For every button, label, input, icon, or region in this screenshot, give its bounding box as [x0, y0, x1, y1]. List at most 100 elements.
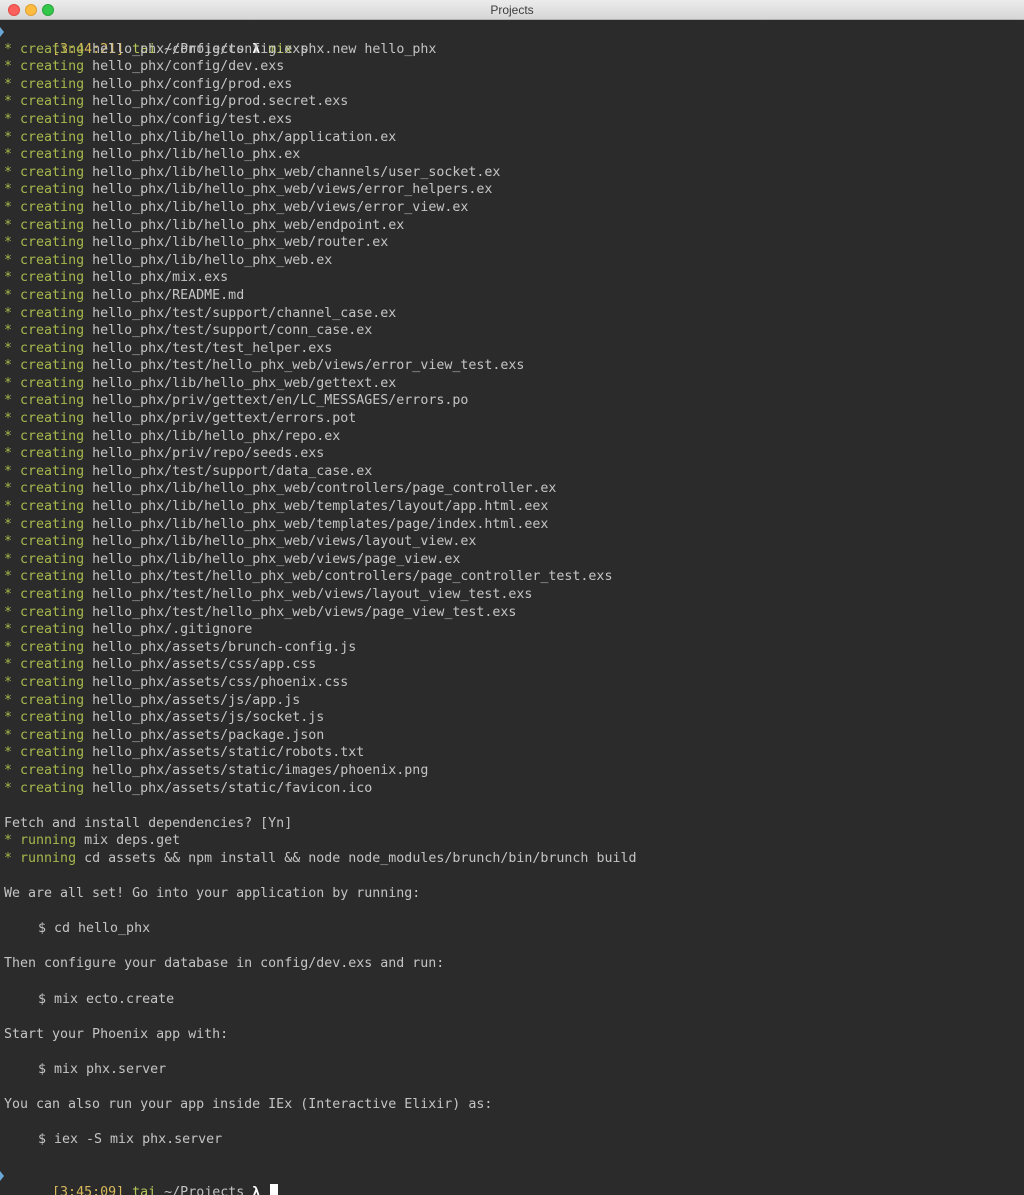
creating-line: * creating hello_phx/assets/js/app.js	[0, 692, 1024, 710]
action-verb: creating	[20, 411, 85, 427]
action-verb: creating	[20, 270, 85, 286]
action-verb: creating	[20, 569, 85, 585]
instruction-iex: You can also run your app inside IEx (In…	[4, 1097, 493, 1113]
action-verb: creating	[20, 111, 85, 127]
action-target: hello_phx/lib/hello_phx/application.ex	[92, 129, 397, 145]
action-target: hello_phx/test/support/data_case.ex	[92, 463, 373, 479]
creating-line: * creating hello_phx/lib/hello_phx_web/c…	[0, 164, 1024, 182]
window-title: Projects	[490, 3, 534, 17]
fetch-question: Fetch and install dependencies? [Yn]	[4, 815, 293, 831]
creating-line: * creating hello_phx/test/hello_phx_web/…	[0, 357, 1024, 375]
action-target: hello_phx/lib/hello_phx_web/endpoint.ex	[92, 217, 405, 233]
action-verb: creating	[20, 41, 85, 57]
action-verb: creating	[20, 76, 85, 92]
creating-line: * creating hello_phx/config/prod.secret.…	[0, 93, 1024, 111]
creating-line: * creating hello_phx/lib/hello_phx_web/v…	[0, 181, 1024, 199]
bullet-star: *	[4, 622, 13, 638]
action-target: hello_phx/test/hello_phx_web/views/page_…	[92, 604, 517, 620]
text-cursor[interactable]	[270, 1184, 279, 1195]
action-target: hello_phx/lib/hello_phx/repo.ex	[92, 428, 341, 444]
creating-line: * creating hello_phx/lib/hello_phx_web/v…	[0, 533, 1024, 551]
action-target: mix deps.get	[84, 833, 181, 849]
creating-line: * creating hello_phx/test/hello_phx_web/…	[0, 604, 1024, 622]
bullet-star: *	[4, 199, 13, 215]
action-target: cd assets && npm install && node node_mo…	[84, 850, 637, 866]
prompt-time: [3:45:09]	[52, 1185, 125, 1195]
instruction-cmd-ecto: $ mix ecto.create	[38, 991, 175, 1007]
action-verb: running	[20, 850, 77, 866]
creating-line: * creating hello_phx/config/dev.exs	[0, 58, 1024, 76]
creating-line: * creating hello_phx/assets/css/app.css	[0, 656, 1024, 674]
action-target: hello_phx/lib/hello_phx_web.ex	[92, 252, 333, 268]
instruction-all-set: We are all set! Go into your application…	[4, 886, 421, 902]
action-target: hello_phx/assets/static/images/phoenix.p…	[92, 762, 429, 778]
bullet-star: *	[4, 323, 13, 339]
creating-line: * creating hello_phx/lib/hello_phx_web/c…	[0, 480, 1024, 498]
action-verb: creating	[20, 463, 85, 479]
bullet-star: *	[4, 569, 13, 585]
creating-line: * creating hello_phx/test/support/channe…	[0, 305, 1024, 323]
creating-line: * creating hello_phx/lib/hello_phx_web/t…	[0, 516, 1024, 534]
creating-line: * creating hello_phx/lib/hello_phx_web.e…	[0, 252, 1024, 270]
creating-line: * creating hello_phx/assets/static/favic…	[0, 780, 1024, 798]
bullet-star: *	[4, 674, 13, 690]
action-target: hello_phx/lib/hello_phx_web/channels/use…	[92, 164, 501, 180]
action-verb: creating	[20, 305, 85, 321]
action-target: hello_phx/assets/css/app.css	[92, 657, 317, 673]
bullet-star: *	[4, 305, 13, 321]
bullet-star: *	[4, 604, 13, 620]
prompt-line-last: [3:45:09] tai ~/Projects λ	[0, 1167, 1024, 1195]
instruction-cmd-server: $ mix phx.server	[38, 1062, 167, 1078]
creating-line: * creating hello_phx/assets/brunch-confi…	[0, 639, 1024, 657]
bullet-star: *	[4, 94, 13, 110]
terminal-output[interactable]: [3:44:21] tai ~/Projects λ mix phx.new h…	[0, 23, 1024, 1195]
prompt-path: ~/Projects	[164, 1185, 245, 1195]
action-target: hello_phx/lib/hello_phx_web/controllers/…	[92, 481, 557, 497]
creating-line: * creating hello_phx/priv/gettext/en/LC_…	[0, 392, 1024, 410]
action-target: hello_phx/assets/package.json	[92, 727, 325, 743]
prompt-user: tai	[132, 1185, 157, 1195]
creating-line: * creating hello_phx/lib/hello_phx/repo.…	[0, 428, 1024, 446]
bullet-star: *	[4, 270, 13, 286]
bullet-star: *	[4, 111, 13, 127]
bullet-star: *	[4, 710, 13, 726]
action-target: hello_phx/assets/js/app.js	[92, 692, 301, 708]
creating-line: * creating hello_phx/lib/hello_phx_web/t…	[0, 498, 1024, 516]
bullet-star: *	[4, 499, 13, 515]
bullet-star: *	[4, 340, 13, 356]
action-verb: creating	[20, 727, 85, 743]
bullet-star: *	[4, 639, 13, 655]
bullet-star: *	[4, 375, 13, 391]
action-target: hello_phx/priv/gettext/en/LC_MESSAGES/er…	[92, 393, 469, 409]
bullet-star: *	[4, 217, 13, 233]
action-target: hello_phx/lib/hello_phx_web/templates/la…	[92, 499, 549, 515]
action-verb: creating	[20, 393, 85, 409]
creating-line: * creating hello_phx/config/test.exs	[0, 111, 1024, 129]
action-verb: creating	[20, 534, 85, 550]
running-commands-list: * running mix deps.get * running cd asset…	[0, 832, 1024, 867]
creating-line: * creating hello_phx/README.md	[0, 287, 1024, 305]
creating-line: * creating hello_phx/lib/hello_phx_web/v…	[0, 199, 1024, 217]
creating-line: * creating hello_phx/lib/hello_phx/appli…	[0, 129, 1024, 147]
creating-line: * creating hello_phx/test/test_helper.ex…	[0, 340, 1024, 358]
action-verb: creating	[20, 428, 85, 444]
title-bar: Projects	[0, 0, 1024, 20]
action-verb: creating	[20, 340, 85, 356]
terminal-window: Projects [3:44:21] tai ~/Projects λ mix …	[0, 0, 1024, 1195]
action-verb: creating	[20, 375, 85, 391]
bullet-star: *	[4, 428, 13, 444]
action-target: hello_phx/priv/repo/seeds.exs	[92, 446, 325, 462]
bullet-star: *	[4, 393, 13, 409]
running-line: * running cd assets && npm install && no…	[0, 850, 1024, 868]
bullet-star: *	[4, 358, 13, 374]
action-verb: creating	[20, 446, 85, 462]
bullet-star: *	[4, 235, 13, 251]
bullet-star: *	[4, 481, 13, 497]
action-verb: creating	[20, 199, 85, 215]
creating-line: * creating hello_phx/test/hello_phx_web/…	[0, 568, 1024, 586]
